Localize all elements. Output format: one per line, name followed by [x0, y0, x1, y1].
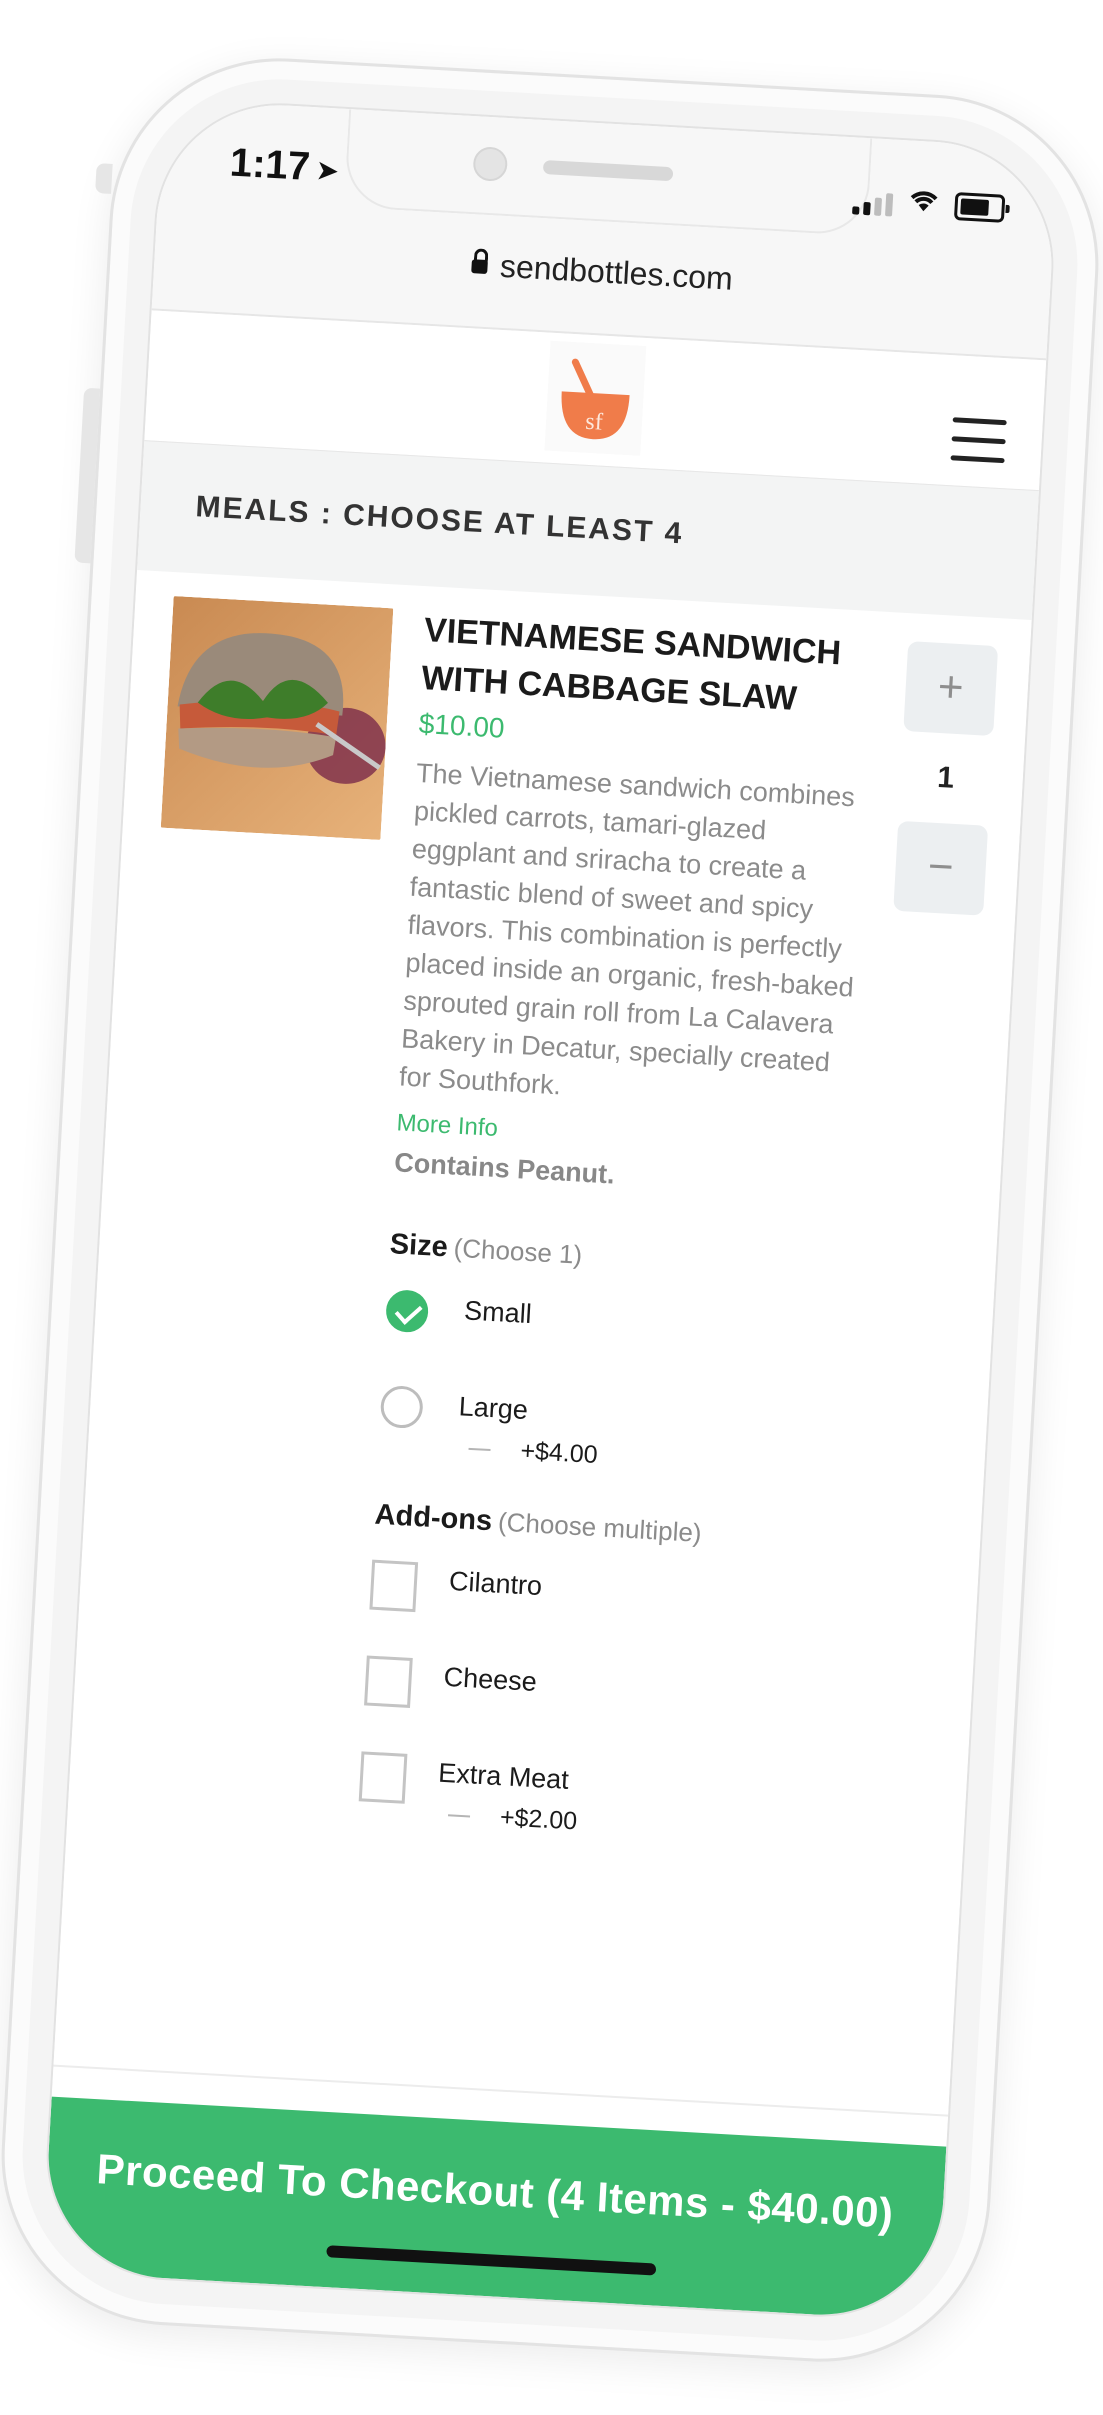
url-bar[interactable]: sendbottles.com — [154, 228, 1051, 315]
decrement-button[interactable]: − — [893, 820, 989, 916]
url-text: sendbottles.com — [499, 247, 734, 297]
addon-option-cheese[interactable]: Cheese — [363, 1639, 827, 1749]
size-option-label: Large — [458, 1391, 529, 1426]
addon-option-cilantro[interactable]: Cilantro — [368, 1544, 832, 1654]
product-image — [160, 596, 394, 840]
addon-option-label: Cheese — [442, 1661, 538, 1697]
increment-button[interactable]: + — [903, 641, 999, 736]
side-button — [95, 163, 113, 194]
addon-option-label: Cilantro — [448, 1565, 543, 1602]
addon-option-label: Extra Meat — [437, 1757, 570, 1795]
quantity-value: 1 — [936, 760, 955, 795]
status-time: 1:17 — [228, 140, 312, 189]
addon-option-extra-meat[interactable]: Extra Meat +$2.00 — [357, 1735, 822, 1857]
checkout-label: Proceed To Checkout (4 Items - $40.00) — [95, 2145, 895, 2237]
checkbox-icon[interactable] — [369, 1559, 419, 1613]
checkbox-icon[interactable] — [358, 1751, 408, 1804]
lock-icon — [471, 259, 489, 275]
logo-text: sf — [585, 409, 604, 436]
addons-hint: (Choose multiple) — [497, 1506, 703, 1548]
phone-screen: 1:17 ➤ sendbottles.com sf MEALS: CHOOSE… — [39, 96, 1061, 2324]
quantity-stepper: + 1 − — [893, 641, 999, 916]
size-option-label: Small — [463, 1295, 533, 1330]
product-name: VIETNAMESE SANDWICH WITH CABBAGE SLAW — [420, 611, 843, 718]
speaker-icon — [542, 160, 674, 182]
size-option-large[interactable]: Large +$4.00 — [378, 1369, 843, 1491]
checkbox-icon[interactable] — [364, 1655, 413, 1708]
size-option-small[interactable]: Small — [384, 1273, 848, 1383]
system-icons — [852, 183, 1006, 223]
addons-label: Add-ons — [373, 1498, 494, 1538]
product-details: VIETNAMESE SANDWICH WITH CABBAGE SLAW $1… — [357, 606, 885, 1857]
product-description: The Vietnamese sandwich combines pickled… — [398, 757, 856, 1101]
location-arrow-icon: ➤ — [314, 154, 340, 187]
radio-unchecked-icon[interactable] — [379, 1384, 424, 1430]
addon-option-price: +$2.00 — [447, 1800, 578, 1836]
section-title: MEALS : CHOOSE AT LEAST 4 — [194, 490, 685, 551]
product-card: VIETNAMESE SANDWICH WITH CABBAGE SLAW $1… — [51, 569, 1032, 2147]
size-hint: (Choose 1) — [452, 1232, 584, 1270]
size-label: Size — [388, 1228, 449, 1264]
radio-checked-icon[interactable] — [384, 1289, 430, 1334]
phone-device: 1:17 ➤ sendbottles.com sf MEALS: CHOOSE… — [0, 49, 1103, 2371]
wifi-icon — [906, 186, 942, 219]
battery-icon — [953, 192, 1006, 223]
cellular-signal-icon — [852, 191, 894, 217]
camera-icon — [472, 146, 509, 182]
bowl-spoon-logo[interactable]: sf — [544, 340, 647, 456]
hamburger-menu-icon[interactable] — [950, 417, 1007, 464]
size-option-price: +$4.00 — [468, 1434, 598, 1470]
